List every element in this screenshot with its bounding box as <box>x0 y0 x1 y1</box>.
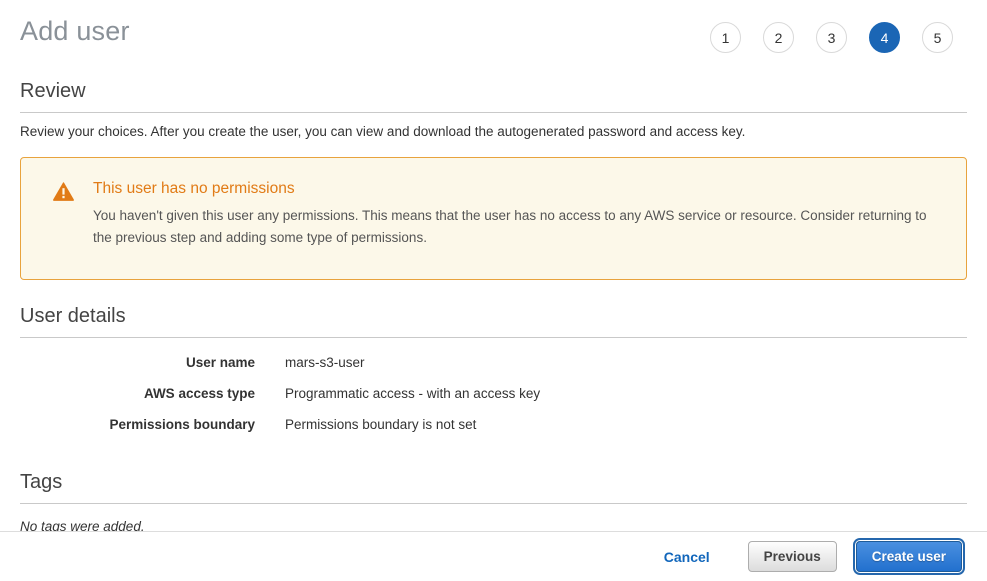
step-indicator-4-active: 4 <box>869 22 900 53</box>
wizard-content: Review Review your choices. After you cr… <box>0 80 987 534</box>
step-indicator-1: 1 <box>710 22 741 53</box>
detail-value: Permissions boundary is not set <box>285 417 476 432</box>
detail-label: User name <box>20 355 255 370</box>
review-heading: Review <box>20 80 967 113</box>
detail-value: mars-s3-user <box>285 355 365 370</box>
step-indicator-3: 3 <box>816 22 847 53</box>
detail-row-access-type: AWS access type Programmatic access - wi… <box>20 378 967 409</box>
tags-section: Tags No tags were added. <box>20 471 967 534</box>
user-details-section: User details User name mars-s3-user AWS … <box>20 305 967 440</box>
user-details-rows: User name mars-s3-user AWS access type P… <box>20 347 967 440</box>
user-details-heading: User details <box>20 305 967 338</box>
review-description: Review your choices. After you create th… <box>20 124 967 139</box>
step-indicator-5: 5 <box>922 22 953 53</box>
warning-triangle-icon <box>53 182 74 206</box>
previous-button[interactable]: Previous <box>748 541 837 572</box>
no-permissions-warning-box: This user has no permissions You haven't… <box>20 157 967 280</box>
tags-heading: Tags <box>20 471 967 504</box>
add-user-wizard-page: Add user 1 2 3 4 5 Review Review your ch… <box>0 0 987 581</box>
detail-row-permissions-boundary: Permissions boundary Permissions boundar… <box>20 409 967 440</box>
page-title: Add user <box>20 16 130 47</box>
warning-body: You haven't given this user any permissi… <box>93 205 930 250</box>
detail-label: AWS access type <box>20 386 255 401</box>
detail-value: Programmatic access - with an access key <box>285 386 540 401</box>
step-indicator-2: 2 <box>763 22 794 53</box>
review-section: Review Review your choices. After you cr… <box>20 80 967 139</box>
wizard-header: Add user 1 2 3 4 5 <box>0 0 987 53</box>
warning-title: This user has no permissions <box>93 180 930 198</box>
create-user-button[interactable]: Create user <box>856 541 962 572</box>
detail-label: Permissions boundary <box>20 417 255 432</box>
warning-content: This user has no permissions You haven't… <box>93 180 930 250</box>
wizard-footer: Cancel Previous Create user <box>0 531 987 581</box>
detail-row-user-name: User name mars-s3-user <box>20 347 967 378</box>
cancel-link[interactable]: Cancel <box>664 549 710 565</box>
wizard-step-indicator: 1 2 3 4 5 <box>710 22 953 53</box>
